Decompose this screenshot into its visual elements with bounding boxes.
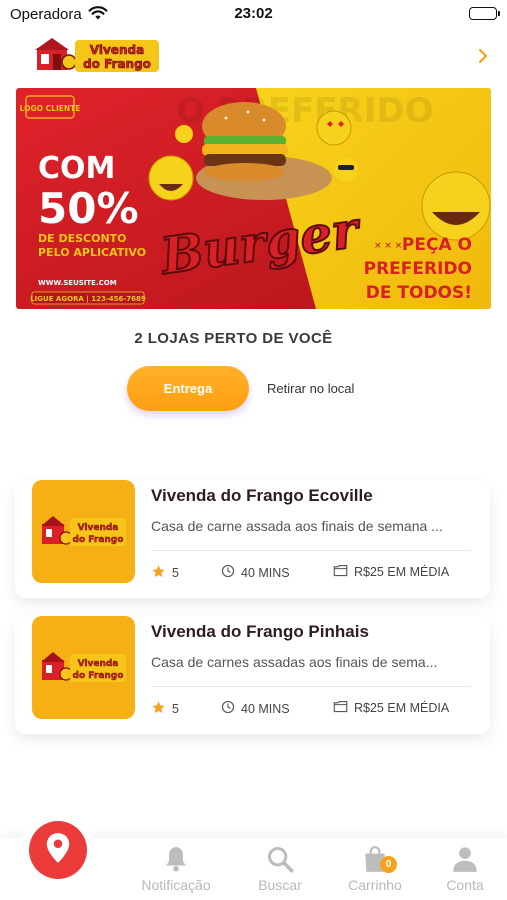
nav-label: Buscar	[258, 877, 302, 893]
wallet-icon	[333, 564, 348, 580]
clock: 23:02	[234, 5, 273, 22]
nav-label: Conta	[446, 877, 484, 893]
nav-search[interactable]: Buscar	[235, 844, 325, 893]
promo-banner[interactable]: O PREFERIDO LOGO CLIENTE COM 50% DE DESC…	[16, 88, 491, 309]
average-price-value: R$25 EM MÉDIA	[354, 565, 450, 579]
store-logo: Vivenda do Frango	[32, 480, 135, 583]
rating-value: 5	[172, 702, 179, 716]
store-card[interactable]: Vivenda do Frango Vivenda do Frango Ecov…	[15, 480, 490, 598]
promo-line1: COM	[38, 151, 115, 186]
nav-label: Notificação	[141, 877, 211, 893]
store-rating: 5	[151, 700, 179, 718]
star-icon	[151, 564, 166, 582]
promo-line2: 50%	[38, 184, 139, 233]
logo-text-line1: Vivenda	[90, 43, 144, 57]
delivery-mode-tabs: Entrega Retirar no local	[127, 366, 387, 411]
store-description: Casa de carne assada aos finais de seman…	[151, 518, 443, 534]
svg-text:× × ×: × × ×	[374, 241, 402, 251]
store-name: Vivenda do Frango Ecoville	[151, 486, 373, 505]
banner-website: WWW.SEUSITE.COM	[38, 279, 117, 287]
nav-cart[interactable]: 0 Carrinho	[330, 844, 420, 893]
delivery-time-value: 40 MINS	[241, 565, 290, 580]
store-logo-line2: do Frango	[72, 671, 123, 681]
clock-icon	[221, 700, 235, 717]
banner-logo-badge: LOGO CLIENTE	[20, 104, 81, 113]
store-average-price: R$25 EM MÉDIA	[333, 700, 449, 716]
app-header: Vivenda do Frango	[0, 30, 507, 86]
cta-line2: PREFERIDO	[364, 259, 472, 279]
shopping-bag-icon	[330, 844, 420, 874]
wallet-icon	[333, 700, 348, 716]
stores-nearby-title: 2 LOJAS PERTO DE VOCÊ	[134, 330, 333, 347]
logo-text-line2: do Frango	[83, 57, 151, 71]
nav-account[interactable]: Conta	[420, 844, 507, 893]
cta-line1: PEÇA O	[402, 235, 472, 255]
star-icon	[151, 700, 166, 718]
store-name: Vivenda do Frango Pinhais	[151, 622, 369, 641]
nav-label: Carrinho	[348, 877, 402, 893]
tab-delivery[interactable]: Entrega	[127, 366, 249, 411]
store-logo-line2: do Frango	[72, 535, 123, 545]
bell-icon	[131, 844, 221, 874]
store-logo-line1: Vivenda	[77, 523, 118, 533]
store-divider	[151, 686, 471, 687]
brand-logo[interactable]: Vivenda do Frango	[35, 36, 161, 74]
search-icon	[235, 844, 325, 874]
store-delivery-time: 40 MINS	[221, 700, 290, 717]
nav-notifications[interactable]: Notificação	[131, 844, 221, 893]
store-rating: 5	[151, 564, 179, 582]
cta-line3: DE TODOS!	[366, 283, 472, 303]
location-button[interactable]	[29, 821, 87, 879]
location-pin-icon	[45, 832, 71, 869]
status-bar: Operadora 23:02	[0, 0, 507, 30]
store-logo-line1: Vivenda	[77, 659, 118, 669]
store-meta: 5 40 MINS R$25 EM MÉDIA	[151, 564, 481, 582]
user-icon	[420, 844, 507, 874]
store-average-price: R$25 EM MÉDIA	[333, 564, 449, 580]
store-description: Casa de carnes assadas aos finais de sem…	[151, 654, 438, 670]
promo-line4: PELO APLICATIVO	[38, 246, 146, 259]
store-logo: Vivenda do Frango	[32, 616, 135, 719]
average-price-value: R$25 EM MÉDIA	[354, 701, 450, 715]
battery-icon	[469, 7, 500, 20]
clock-icon	[221, 564, 235, 581]
store-card[interactable]: Vivenda do Frango Vivenda do Frango Pinh…	[15, 616, 490, 734]
store-divider	[151, 550, 471, 551]
chevron-right-icon[interactable]	[477, 48, 489, 64]
store-delivery-time: 40 MINS	[221, 564, 290, 581]
tab-pickup[interactable]: Retirar no local	[267, 366, 354, 411]
rating-value: 5	[172, 566, 179, 580]
cart-count-badge: 0	[380, 856, 397, 873]
promo-line3: DE DESCONTO	[38, 232, 127, 245]
delivery-time-value: 40 MINS	[241, 701, 290, 716]
store-meta: 5 40 MINS R$25 EM MÉDIA	[151, 700, 481, 718]
banner-phone: LIGUE AGORA | 123-456-7689	[30, 295, 146, 304]
